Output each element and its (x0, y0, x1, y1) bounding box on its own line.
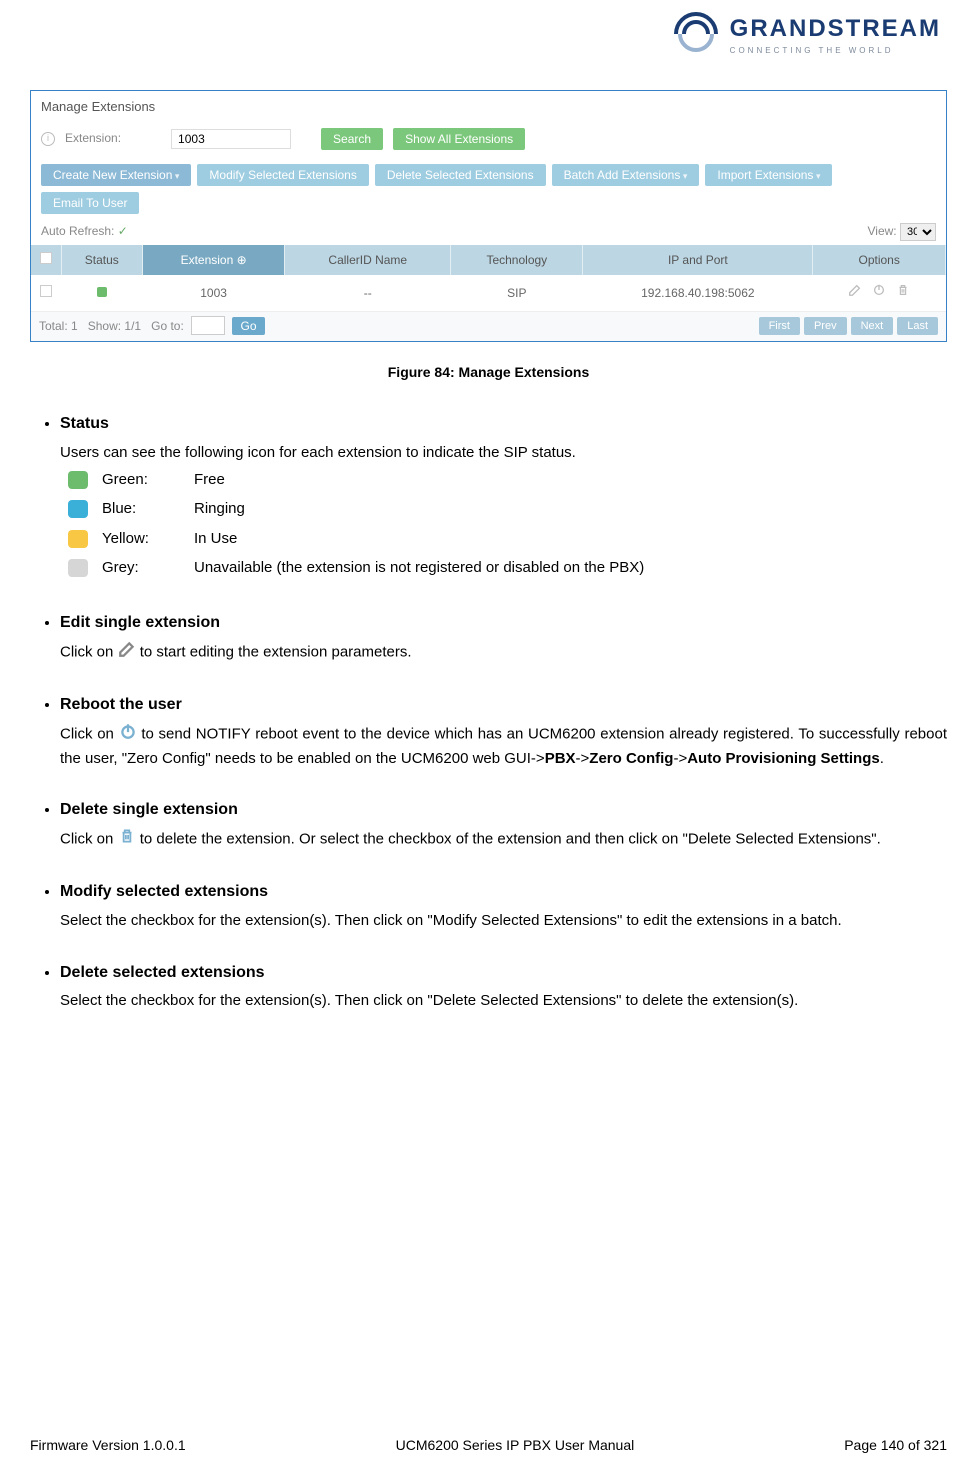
reboot-paragraph: Click on to send NOTIFY reboot event to … (60, 722, 947, 771)
legend-grey-desc: Unavailable (the extension is not regist… (188, 554, 650, 581)
swatch-grey-icon (68, 559, 88, 577)
modify-selected-button[interactable]: Modify Selected Extensions (197, 164, 368, 186)
legend-green-desc: Free (188, 466, 650, 493)
show-all-button[interactable]: Show All Extensions (393, 128, 525, 150)
next-button[interactable]: Next (851, 317, 894, 335)
cell-callerid: -- (285, 275, 451, 311)
status-dot-icon (97, 287, 107, 297)
last-button[interactable]: Last (897, 317, 938, 335)
logo-icon (674, 12, 718, 56)
search-button[interactable]: Search (321, 128, 383, 150)
swatch-yellow-icon (68, 530, 88, 548)
status-intro: Users can see the following icon for eac… (60, 441, 947, 464)
col-status[interactable]: Status (61, 245, 143, 276)
legend-yellow-desc: In Use (188, 525, 650, 552)
legend-yellow-name: Yellow: (96, 525, 186, 552)
checkmark-icon: ✓ (118, 224, 128, 238)
delete-selected-button[interactable]: Delete Selected Extensions (375, 164, 546, 186)
select-all-checkbox[interactable] (40, 252, 52, 264)
status-legend: Green: Free Blue: Ringing Yellow: In Use… (60, 464, 652, 583)
heading-delete-selected: Delete selected extensions (60, 961, 947, 986)
pencil-icon (118, 640, 136, 665)
col-ip-port[interactable]: IP and Port (583, 245, 813, 276)
total-label: Total: 1 (39, 319, 78, 333)
brand-logo: GRANDSTREAM CONNECTING THE WORLD (30, 10, 947, 60)
extension-label: Extension: (65, 129, 121, 148)
edit-icon[interactable] (848, 283, 862, 303)
heading-status: Status (60, 412, 947, 437)
footer-firmware: Firmware Version 1.0.0.1 (30, 1435, 186, 1457)
import-extensions-button[interactable]: Import Extensions (705, 164, 832, 186)
swatch-green-icon (68, 471, 88, 489)
row-checkbox[interactable] (40, 285, 52, 297)
batch-add-button[interactable]: Batch Add Extensions (552, 164, 700, 186)
heading-edit: Edit single extension (60, 611, 947, 636)
table-row: 1003 -- SIP 192.168.40.198:5062 (31, 275, 946, 311)
go-button[interactable]: Go (232, 317, 264, 335)
prev-button[interactable]: Prev (804, 317, 847, 335)
page: GRANDSTREAM CONNECTING THE WORLD Manage … (0, 0, 977, 1477)
footer-manual: UCM6200 Series IP PBX User Manual (396, 1435, 635, 1457)
legend-blue-desc: Ringing (188, 495, 650, 522)
legend-blue-name: Blue: (96, 495, 186, 522)
delete-paragraph: Click on to delete the extension. Or sel… (60, 827, 947, 852)
footer-page: Page 140 of 321 (844, 1435, 947, 1457)
extensions-table: Status Extension ⊕ CallerID Name Technol… (31, 245, 946, 312)
panel-title: Manage Extensions (31, 91, 946, 123)
legend-grey-name: Grey: (96, 554, 186, 581)
logo-tagline: CONNECTING THE WORLD (730, 45, 941, 57)
cell-extension: 1003 (143, 275, 285, 311)
extension-input[interactable] (171, 129, 291, 149)
heading-reboot: Reboot the user (60, 693, 947, 718)
cell-ipport: 192.168.40.198:5062 (583, 275, 813, 311)
col-extension[interactable]: Extension ⊕ (143, 245, 285, 276)
goto-input[interactable] (191, 316, 225, 335)
col-technology[interactable]: Technology (451, 245, 583, 276)
cell-tech: SIP (451, 275, 583, 311)
view-label: View: (868, 224, 897, 238)
logo-text: GRANDSTREAM (730, 10, 941, 47)
power-icon (119, 722, 137, 747)
page-footer: Firmware Version 1.0.0.1 UCM6200 Series … (30, 1435, 947, 1457)
create-extension-button[interactable]: Create New Extension (41, 164, 191, 186)
manage-extensions-screenshot: Manage Extensions i Extension: Search Sh… (30, 90, 947, 342)
swatch-blue-icon (68, 500, 88, 518)
col-callerid[interactable]: CallerID Name (285, 245, 451, 276)
trash-icon (118, 827, 136, 852)
reboot-icon[interactable] (872, 283, 886, 303)
email-to-user-button[interactable]: Email To User (41, 192, 139, 214)
info-icon: i (41, 132, 55, 146)
heading-modify-selected: Modify selected extensions (60, 880, 947, 905)
view-select[interactable]: 30 (900, 223, 936, 241)
auto-refresh-label: Auto Refresh: (41, 224, 114, 238)
figure-caption: Figure 84: Manage Extensions (30, 362, 947, 384)
content-list: Status Users can see the following icon … (30, 412, 947, 1013)
goto-label: Go to: (151, 319, 184, 333)
delete-icon[interactable] (896, 283, 910, 303)
modify-selected-paragraph: Select the checkbox for the extension(s)… (60, 909, 947, 932)
delete-selected-paragraph: Select the checkbox for the extension(s)… (60, 989, 947, 1012)
first-button[interactable]: First (759, 317, 800, 335)
heading-delete: Delete single extension (60, 798, 947, 823)
col-options[interactable]: Options (813, 245, 946, 276)
edit-paragraph: Click on to start editing the extension … (60, 640, 947, 665)
legend-green-name: Green: (96, 466, 186, 493)
show-label: Show: 1/1 (88, 319, 141, 333)
